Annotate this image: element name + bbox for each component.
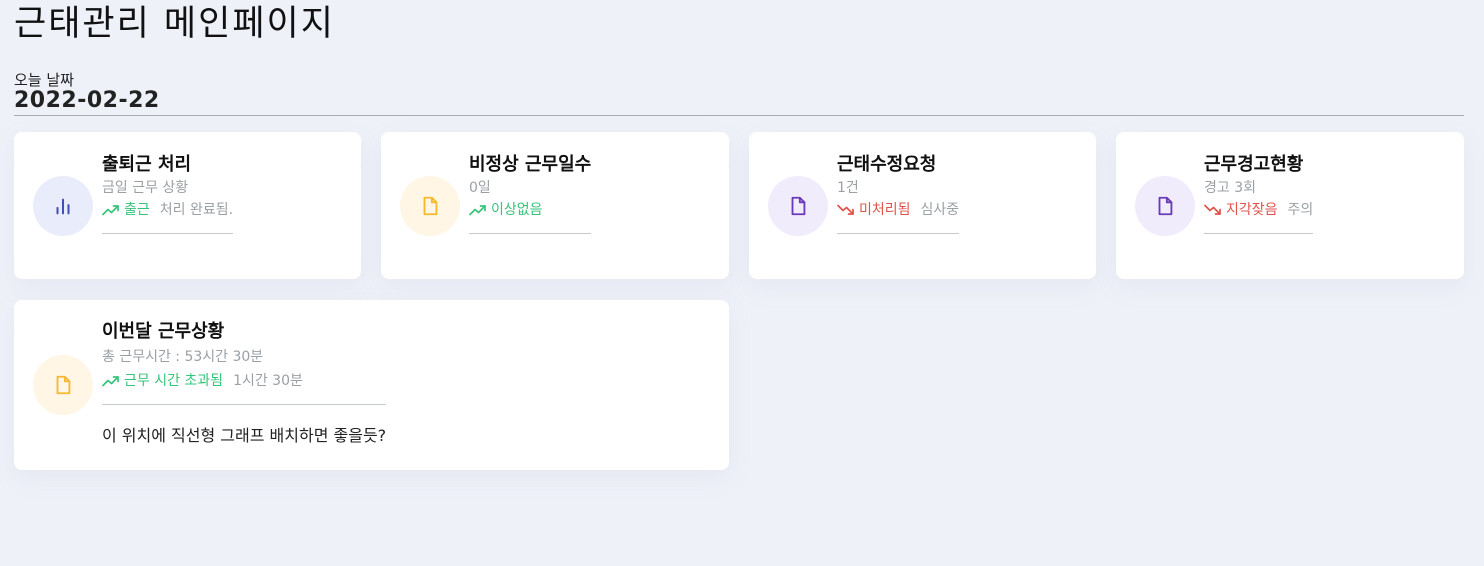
card-status: 출근 처리 완료됨. [102,199,233,221]
card-abnormal-days[interactable]: 비정상 근무일수 0일 이상없음 [381,132,729,279]
card-warnings-icon-wrap [1135,176,1195,236]
card-attendance-content: 출퇴근 처리 금일 근무 상황 출근 처리 완료됨. [102,153,234,234]
card-title: 출퇴근 처리 [102,154,192,175]
card-abnormal-icon-wrap [400,176,460,236]
trend-text: 미처리됨 [859,202,911,218]
card-monthly-content: 이번달 근무상황 총 근무시간 : 53시간 30분 근무 시간 초과됨 1시간… [102,320,387,446]
card-status: 이상없음 [469,199,591,221]
card-subtitle: 1건 [837,180,859,196]
card-title: 비정상 근무일수 [469,154,592,175]
document-icon [1158,196,1173,216]
card-subtitle: 금일 근무 상황 [102,180,189,196]
document-icon [423,196,438,216]
card-subtitle: 경고 3회 [1204,180,1256,196]
card-edit-content: 근태수정요청 1건 미처리됨 심사중 [837,153,960,234]
card-edit-request[interactable]: 근태수정요청 1건 미처리됨 심사중 [749,132,1096,279]
status-note: 심사중 [920,202,960,218]
card-underline [469,233,592,234]
card-title: 이번달 근무상황 [102,321,225,342]
trend-text: 근무 시간 초과됨 [124,373,224,389]
card-underline [102,233,234,234]
card-edit-icon-wrap [768,176,828,236]
card-description: 이 위치에 직선형 그래프 배치하면 좋을듯? [102,426,387,445]
date-value: 2022-02-22 [14,88,160,113]
trend-text: 이상없음 [491,202,543,218]
document-icon [56,375,71,395]
trending-up-icon [102,205,119,216]
trending-up-icon [469,205,486,216]
card-attendance-icon-wrap [33,176,93,236]
card-abnormal-content: 비정상 근무일수 0일 이상없음 [469,153,592,234]
status-note: 1시간 30분 [233,373,303,389]
trend-text: 출근 [124,202,150,218]
card-underline [102,404,387,405]
trending-down-icon [837,204,854,215]
document-icon [791,196,806,216]
trend-text: 지각잦음 [1226,202,1278,218]
card-attendance[interactable]: 출퇴근 처리 금일 근무 상황 출근 처리 완료됨. [14,132,361,279]
status-note: 주의 [1287,202,1314,218]
trending-up-icon [102,376,119,387]
card-status: 미처리됨 심사중 [837,199,959,221]
date-label: 오늘 날짜 [14,71,74,89]
card-subtitle: 0일 [469,180,491,196]
status-note: 처리 완료됨. [159,202,234,218]
card-status: 지각잦음 주의 [1204,199,1313,221]
card-status: 근무 시간 초과됨 1시간 30분 [102,370,386,392]
card-warnings-content: 근무경고현황 경고 3회 지각잦음 주의 [1204,153,1314,234]
page-title: 근태관리 메인페이지 [14,4,335,44]
card-subtitle: 총 근무시간 : 53시간 30분 [102,349,264,365]
header-divider [14,115,1464,116]
card-underline [837,233,960,234]
card-monthly[interactable]: 이번달 근무상황 총 근무시간 : 53시간 30분 근무 시간 초과됨 1시간… [14,300,729,470]
card-warnings[interactable]: 근무경고현황 경고 3회 지각잦음 주의 [1116,132,1464,279]
trending-down-icon [1204,204,1221,215]
card-monthly-icon-wrap [33,355,93,415]
card-title: 근무경고현황 [1204,154,1304,175]
card-underline [1204,233,1314,234]
card-title: 근태수정요청 [837,154,937,175]
bar-chart-icon [56,198,70,215]
